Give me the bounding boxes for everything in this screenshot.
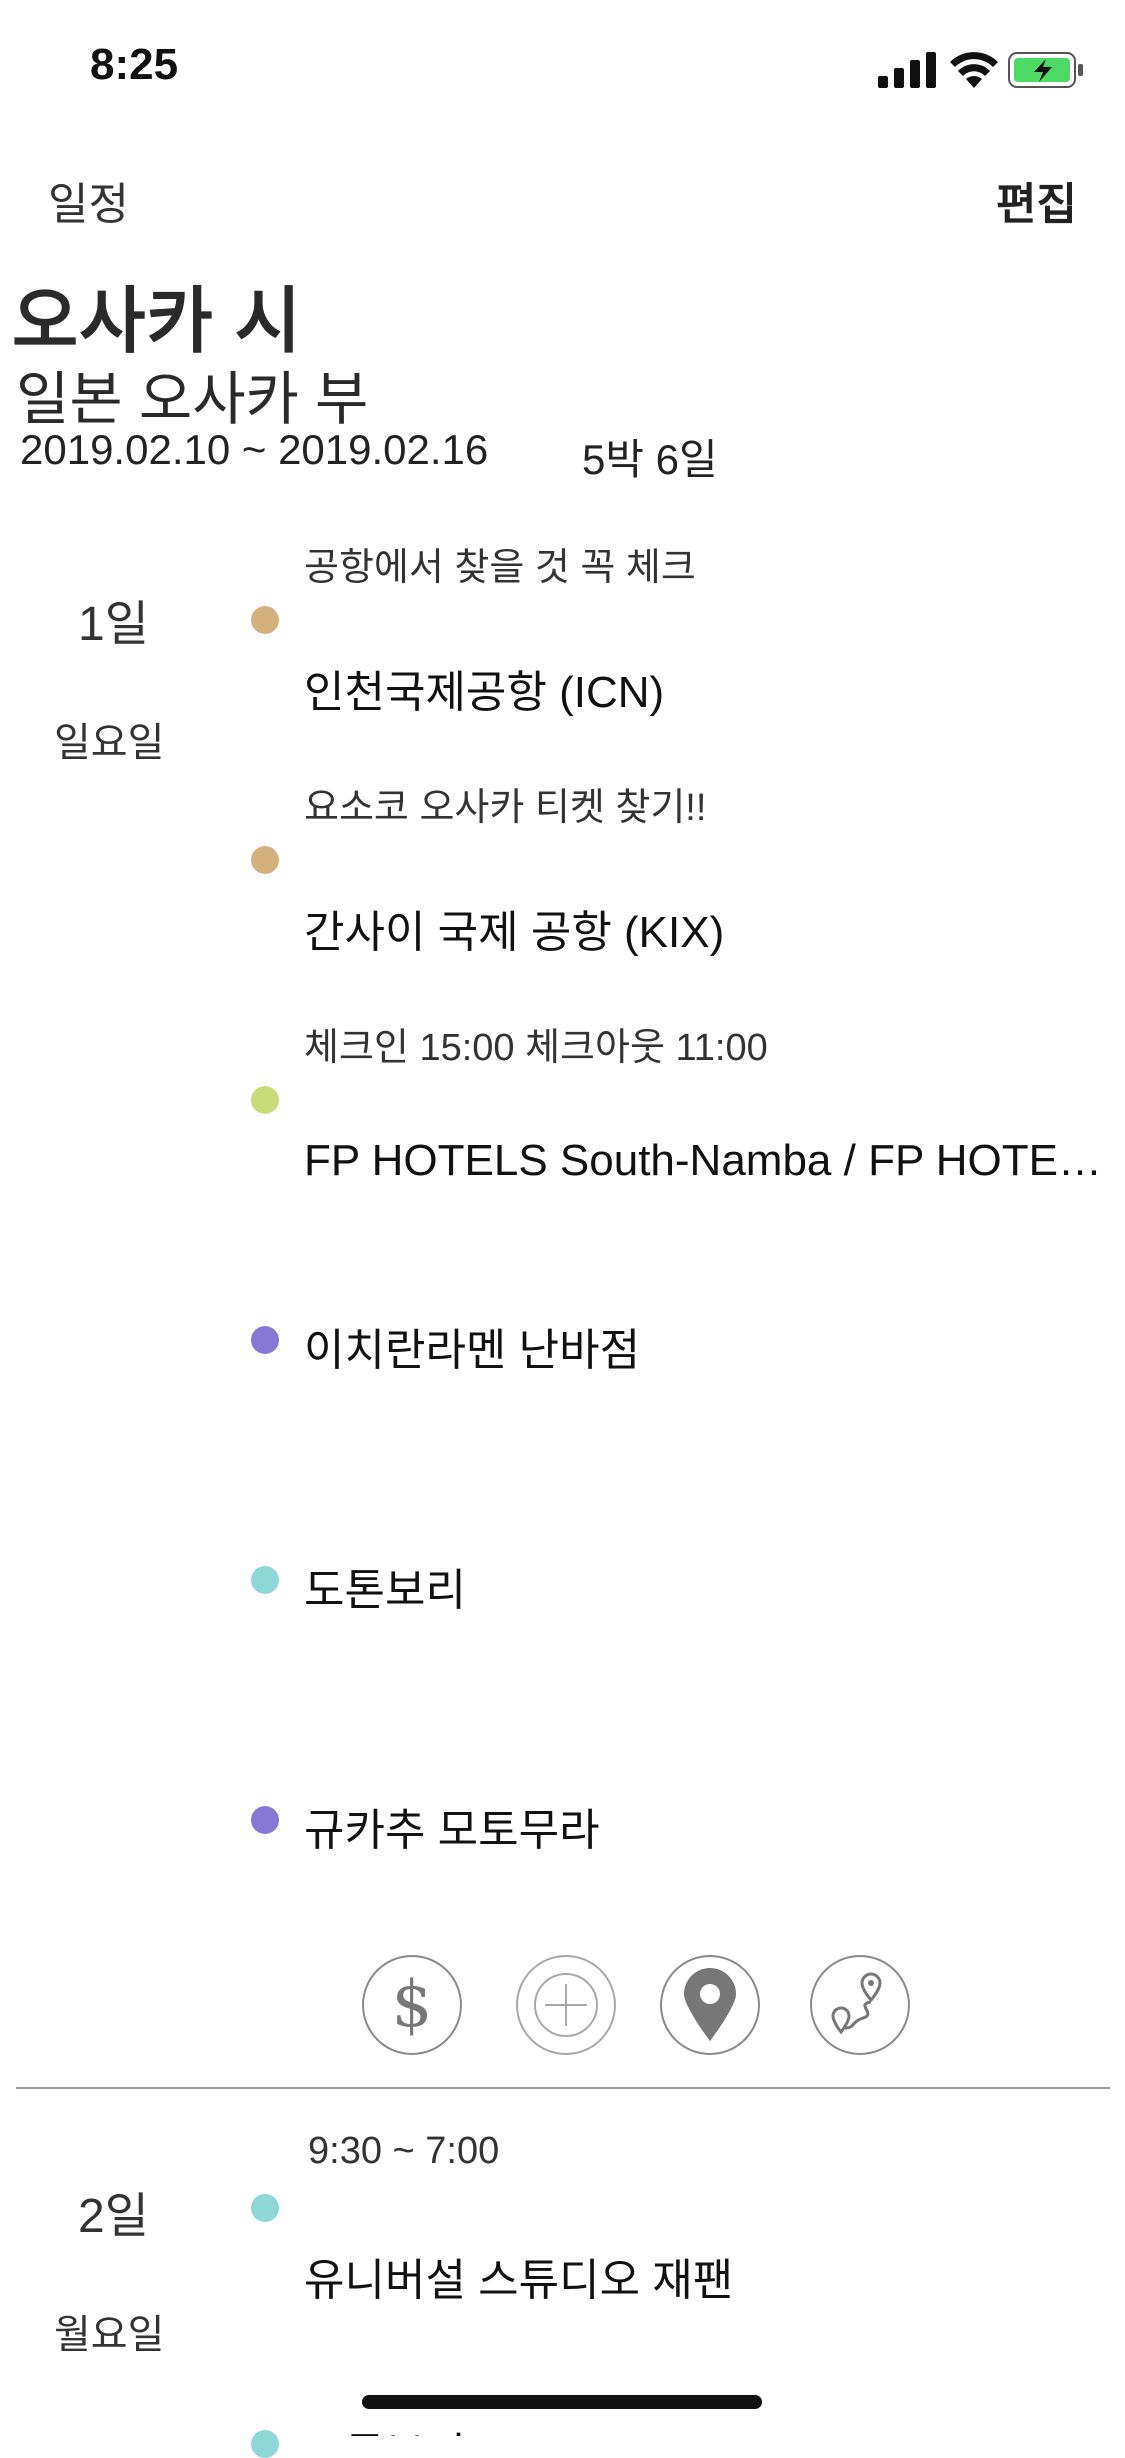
category-dot [251, 2430, 279, 2458]
trip-location: 일본 오사카 부 [16, 367, 369, 432]
status-time: 8:25 [90, 40, 179, 89]
wifi-icon [950, 52, 998, 88]
dollar-icon: $ [391, 1968, 433, 2042]
item-note: 9:30 ~ 7:00 [308, 2130, 500, 2172]
category-dot [251, 1806, 279, 1834]
home-indicator[interactable] [362, 2395, 762, 2409]
day-divider [16, 2087, 1110, 2089]
category-dot [251, 1326, 279, 1354]
item-note: 체크인 15:00 체크아웃 11:00 [304, 1027, 768, 1069]
item-place: 간사이 국제 공항 (KIX) [304, 908, 725, 957]
day-label: 1일 [78, 598, 149, 651]
item-place: 도톤보리 [304, 2418, 1114, 2436]
item-note: 요소코 오사카 티켓 찾기!! [304, 787, 707, 829]
item-place: 도톤보리 [304, 1566, 466, 1615]
map-pin-icon [684, 1968, 736, 2041]
item-place: FP HOTELS South-Namba / FP HOTELS South-… [304, 1136, 1114, 1185]
battery-charging-icon [1008, 52, 1083, 88]
item-place: 규카추 모토무라 [304, 1806, 600, 1855]
day-weekday: 월요일 [54, 2313, 165, 2357]
add-expense-button[interactable]: $ [362, 1955, 462, 2055]
category-dot [251, 1566, 279, 1594]
category-dot [251, 606, 279, 634]
edit-button[interactable]: 편집 [996, 168, 1077, 232]
item-place: 이치란라멘 난바점 [304, 1326, 641, 1375]
category-dot [251, 846, 279, 874]
day-weekday: 일요일 [54, 721, 165, 765]
cellular-signal-icon [878, 52, 936, 88]
back-button[interactable]: 일정 [48, 168, 129, 232]
add-place-button[interactable] [660, 1955, 760, 2055]
route-button[interactable] [810, 1955, 910, 2055]
plus-icon [534, 1973, 598, 2037]
category-dot [251, 1086, 279, 1114]
category-dot [251, 2194, 279, 2222]
add-item-button[interactable] [516, 1955, 616, 2055]
item-place: 인천국제공항 (ICN) [304, 668, 665, 717]
trip-duration: 5박 6일 [582, 436, 718, 483]
day-label: 2일 [78, 2190, 149, 2243]
item-note: 공항에서 찾을 것 꼭 체크 [304, 547, 696, 589]
route-icon [831, 1972, 882, 2035]
trip-date-range: 2019.02.10 ~ 2019.02.16 [20, 426, 489, 473]
item-place: 유니버설 스튜디오 재팬 [304, 2256, 734, 2305]
